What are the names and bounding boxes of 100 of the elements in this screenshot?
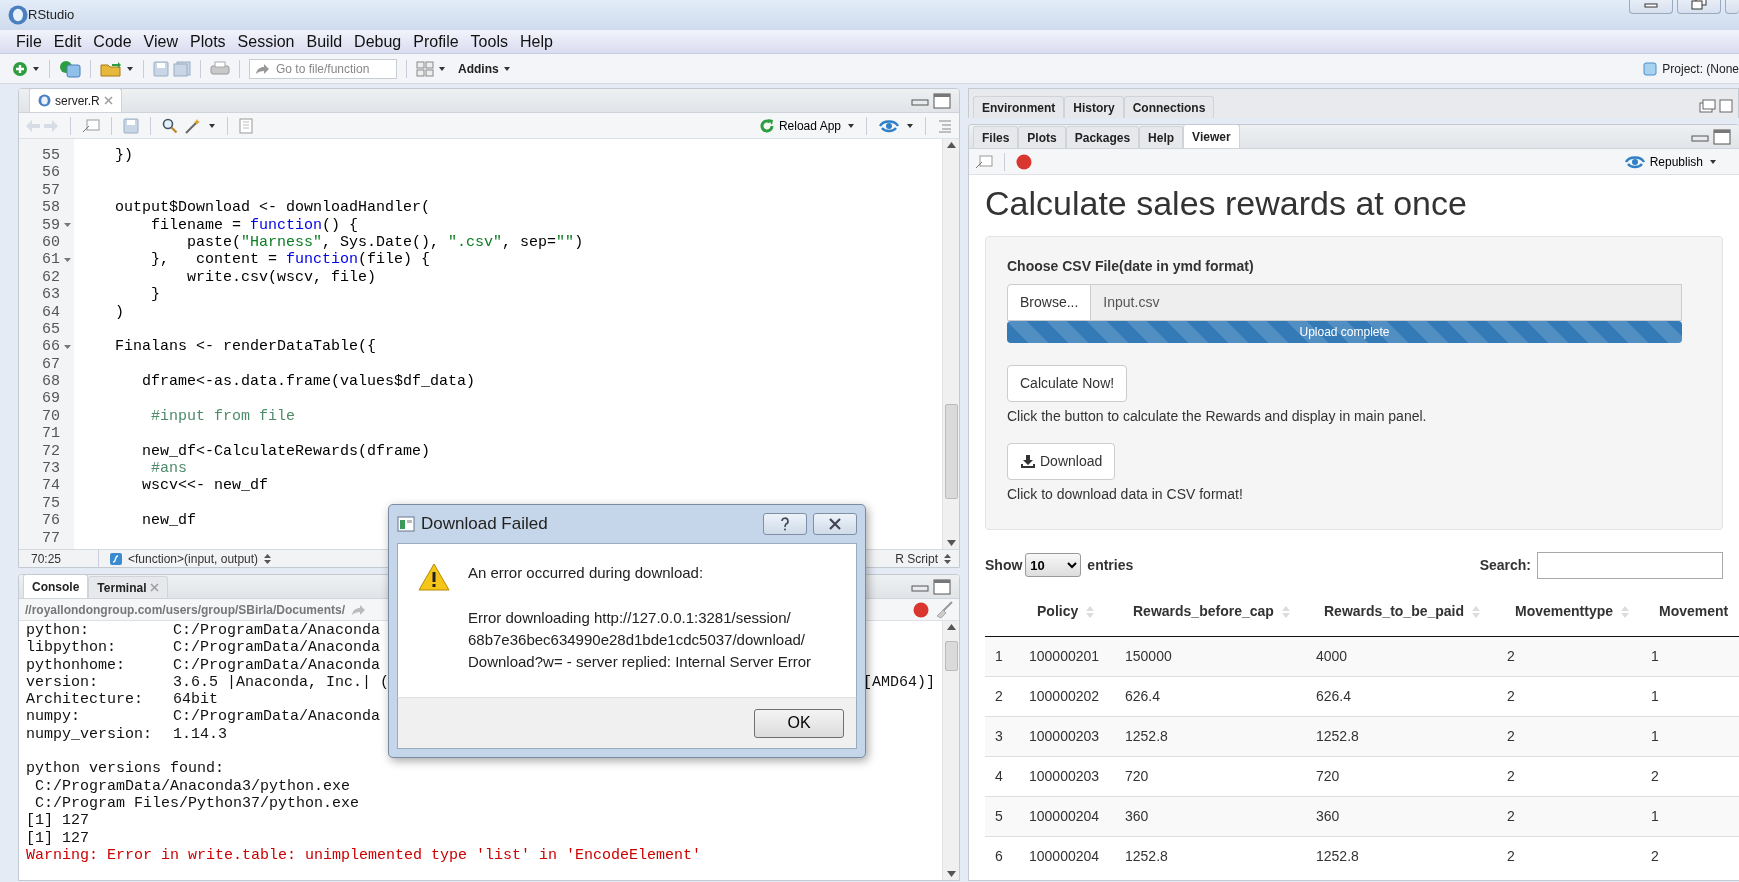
line-number: 58 xyxy=(41,199,60,217)
reload-app-button[interactable]: Reload App xyxy=(758,116,841,135)
caret-icon[interactable] xyxy=(438,64,446,73)
console-text: libpython: xyxy=(26,639,117,657)
browse-button[interactable]: Browse... xyxy=(1007,283,1092,321)
show-in-window-icon[interactable] xyxy=(82,118,100,133)
file-type-menu[interactable]: R Script xyxy=(895,549,938,567)
table-cell: 1252.8 xyxy=(1121,716,1312,757)
search-icon[interactable] xyxy=(162,117,178,134)
window-title: RStudio xyxy=(28,6,75,25)
menu-item[interactable]: Plots xyxy=(184,29,232,54)
tab[interactable]: Viewer xyxy=(1183,125,1240,148)
tab[interactable]: History xyxy=(1064,96,1124,118)
table-cell: 100000201 xyxy=(1025,636,1121,677)
help-button[interactable] xyxy=(763,513,807,535)
menu-item[interactable]: Session xyxy=(231,29,301,54)
column-header[interactable]: Policy xyxy=(1025,586,1121,637)
table-cell: 6 xyxy=(985,836,1025,877)
table-cell: 4000 xyxy=(1312,636,1503,677)
scope-menu[interactable]: <function>(input, output) xyxy=(128,549,259,567)
column-header[interactable]: Rewards_before_cap xyxy=(1121,586,1312,637)
console-text: C:/ProgramData/Anaconda3/python.exe xyxy=(34,777,351,795)
calculate-button[interactable]: Calculate Now! xyxy=(1007,364,1128,402)
stop-icon[interactable] xyxy=(913,601,929,618)
arrow-icon[interactable] xyxy=(351,603,366,616)
close-icon[interactable] xyxy=(103,96,113,105)
file-name-field[interactable]: Input.csv xyxy=(1091,283,1682,321)
caret-icon[interactable] xyxy=(847,121,855,130)
caret-icon[interactable] xyxy=(126,64,134,73)
updown-icon[interactable] xyxy=(264,553,272,564)
menu-item[interactable]: Profile xyxy=(407,29,465,54)
scroll-thumb[interactable] xyxy=(945,404,958,499)
show-label: Show xyxy=(985,555,1023,575)
tab[interactable]: Packages xyxy=(1065,126,1140,148)
close-button[interactable] xyxy=(813,513,857,535)
caret-icon[interactable] xyxy=(906,121,914,130)
show-in-window-icon[interactable] xyxy=(975,154,993,169)
restore-pane-icon[interactable] xyxy=(1698,98,1734,113)
menu-item[interactable]: Debug xyxy=(348,29,408,54)
line-number: 66 xyxy=(41,338,60,356)
addins-menu[interactable]: Addins xyxy=(458,59,499,78)
fold-icon[interactable] xyxy=(63,344,71,350)
search-field[interactable] xyxy=(1537,551,1723,579)
line-number: 69 xyxy=(41,390,60,408)
caret-icon[interactable] xyxy=(208,121,216,130)
save-all-icon[interactable] xyxy=(173,60,191,77)
console-text: [1] 127 xyxy=(26,829,89,847)
caret-icon[interactable] xyxy=(502,64,511,73)
maximize-icon[interactable] xyxy=(933,578,951,595)
menu-item[interactable]: Help xyxy=(513,29,559,54)
menu-item[interactable]: Edit xyxy=(47,29,88,54)
column-header[interactable]: Movementtype xyxy=(1503,586,1647,637)
menu-item[interactable]: Tools xyxy=(464,29,514,54)
tab[interactable]: server.R xyxy=(29,89,122,112)
caret-icon[interactable] xyxy=(1709,157,1717,166)
page-title: Calculate sales rewards at once xyxy=(985,183,1468,224)
tab[interactable]: Terminal xyxy=(88,576,169,598)
ok-button[interactable]: OK xyxy=(754,708,844,738)
menu-item[interactable]: View xyxy=(137,29,184,54)
fold-icon[interactable] xyxy=(63,222,71,229)
go-to-file-field[interactable]: Go to file/function xyxy=(249,58,397,79)
code-line: #ans xyxy=(150,460,188,478)
scrollbar[interactable] xyxy=(942,621,959,880)
r-file-icon xyxy=(38,94,51,107)
menu-item[interactable]: Code xyxy=(87,29,138,54)
column-header[interactable]: Movement xyxy=(1647,586,1739,637)
close-icon[interactable] xyxy=(150,583,160,592)
scrollbar[interactable] xyxy=(942,139,959,549)
caret-icon[interactable] xyxy=(32,64,40,73)
stop-icon[interactable] xyxy=(1016,153,1032,170)
save-icon[interactable] xyxy=(123,117,139,134)
tab[interactable]: Connections xyxy=(1123,96,1215,118)
project-menu[interactable]: Project: (None xyxy=(1662,59,1739,78)
tab[interactable]: Environment xyxy=(973,96,1065,118)
scroll-thumb[interactable] xyxy=(945,641,958,671)
download-button[interactable]: Download xyxy=(1007,442,1116,480)
tab[interactable]: Plots xyxy=(1018,126,1066,148)
menu-item[interactable]: File xyxy=(10,29,48,54)
menu-item[interactable]: Build xyxy=(300,29,349,54)
table-cell: 1 xyxy=(1647,796,1739,837)
new-project-icon[interactable] xyxy=(59,59,81,78)
save-icon[interactable] xyxy=(153,60,169,77)
tab[interactable]: Console xyxy=(23,575,89,598)
tab[interactable]: Help xyxy=(1139,126,1184,148)
table-cell: 360 xyxy=(1121,796,1312,837)
download-icon xyxy=(1020,453,1036,469)
maximize-icon[interactable] xyxy=(1713,128,1731,145)
code-line: ) xyxy=(114,303,124,321)
field-label: Choose CSV File(date in ymd format) xyxy=(1007,256,1255,276)
column-header[interactable]: Rewards_to_be_paid xyxy=(1312,586,1503,637)
line-number: 67 xyxy=(41,355,60,374)
tab[interactable]: Files xyxy=(973,126,1019,148)
entries-label: entries xyxy=(1087,555,1134,575)
republish-button[interactable]: Republish xyxy=(1623,152,1703,171)
maximize-icon[interactable] xyxy=(933,92,951,109)
fold-icon[interactable] xyxy=(63,257,71,264)
entries-select[interactable]: 10 xyxy=(1025,553,1082,578)
magic-wand-icon[interactable] xyxy=(184,117,202,134)
print-icon[interactable] xyxy=(210,60,230,77)
updown-icon[interactable] xyxy=(944,553,951,564)
